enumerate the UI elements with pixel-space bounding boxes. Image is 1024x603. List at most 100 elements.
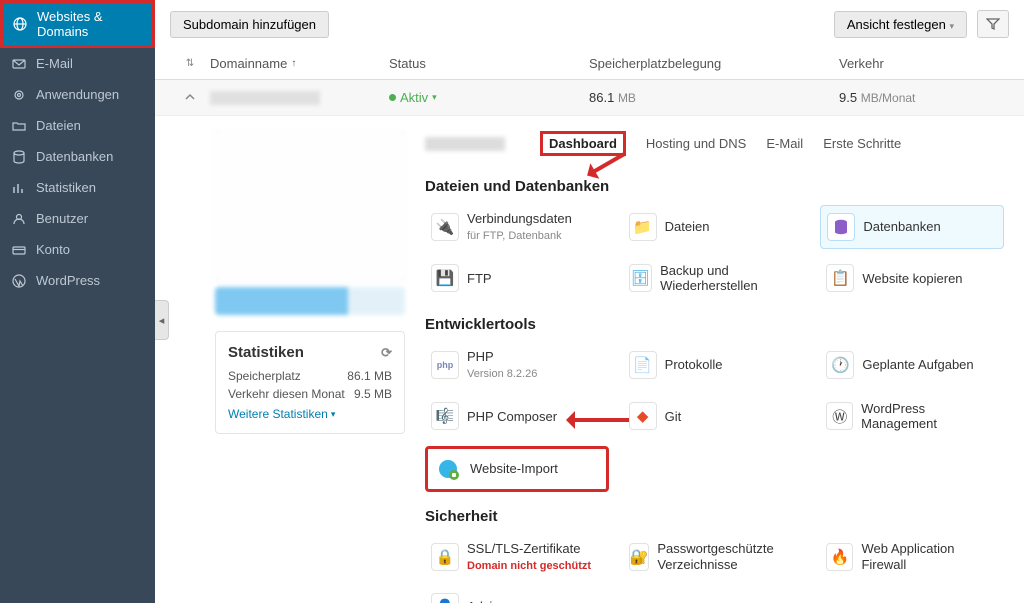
item-website-import[interactable]: Website-Import bbox=[425, 446, 609, 492]
item-composer[interactable]: 🎼 PHP Composer bbox=[425, 395, 609, 438]
composer-icon: 🎼 bbox=[431, 402, 459, 430]
item-backup[interactable]: 🗄 Backup und Wiederherstellen bbox=[623, 257, 807, 300]
nav-label: E-Mail bbox=[36, 56, 73, 71]
item-logs[interactable]: 📄 Protokolle bbox=[623, 343, 807, 387]
nav-account[interactable]: Konto bbox=[0, 234, 155, 265]
domain-row[interactable]: Aktiv ▾ 86.1 MB 9.5 MB/Monat bbox=[155, 80, 1024, 116]
tab-firststeps[interactable]: Erste Schritte bbox=[823, 134, 901, 153]
tab-email[interactable]: E-Mail bbox=[766, 134, 803, 153]
col-domain-header[interactable]: Domainname ↑ bbox=[210, 56, 389, 71]
stats-title: Statistiken bbox=[228, 344, 304, 361]
folder-icon: 📁 bbox=[629, 213, 657, 241]
tab-dashboard[interactable]: Dashboard bbox=[540, 131, 626, 156]
ftp-icon: 💾 bbox=[431, 264, 459, 292]
user-icon bbox=[12, 212, 26, 226]
stats-storage-label: Speicherplatz bbox=[228, 369, 301, 383]
envelope-icon bbox=[12, 57, 26, 71]
traffic-value: 9.5 MB/Monat bbox=[839, 90, 1009, 105]
sort-asc-icon: ↑ bbox=[291, 58, 296, 69]
gear-icon bbox=[12, 88, 26, 102]
section-security: Sicherheit bbox=[425, 508, 1004, 525]
pwdir-icon: 🔐 bbox=[629, 543, 650, 571]
clock-icon: 🕐 bbox=[826, 351, 854, 379]
plug-icon: 🔌 bbox=[431, 213, 459, 241]
nav-label: WordPress bbox=[36, 273, 100, 288]
globe-icon bbox=[13, 17, 27, 31]
stats-traffic-label: Verkehr diesen Monat bbox=[228, 387, 345, 401]
lock-icon: 🔒 bbox=[431, 543, 459, 571]
git-icon: ◆ bbox=[629, 402, 657, 430]
tabs: Dashboard Hosting und DNS E-Mail Erste S… bbox=[425, 131, 1004, 162]
item-files[interactable]: 📁 Dateien bbox=[623, 205, 807, 249]
nav-databases[interactable]: Datenbanken bbox=[0, 141, 155, 172]
nav-label: Anwendungen bbox=[36, 87, 119, 102]
item-php[interactable]: php PHP Version 8.2.26 bbox=[425, 343, 609, 387]
chevron-down-icon: ▾ bbox=[331, 409, 336, 420]
sidebar-collapse-handle[interactable]: ◂ bbox=[155, 300, 169, 340]
add-subdomain-button[interactable]: Subdomain hinzufügen bbox=[170, 11, 329, 38]
right-pane: Dashboard Hosting und DNS E-Mail Erste S… bbox=[425, 131, 1004, 603]
nav-label: Dateien bbox=[36, 118, 81, 133]
card-icon bbox=[12, 243, 26, 257]
fire-icon: 🔥 bbox=[826, 543, 853, 571]
table-header: ⇅ Domainname ↑ Status Speicherplatzbeleg… bbox=[155, 48, 1024, 80]
nav-statistics[interactable]: Statistiken bbox=[0, 172, 155, 203]
set-view-button[interactable]: Ansicht festlegen ▾ bbox=[834, 11, 967, 38]
item-pwdir[interactable]: 🔐 Passwortgeschützte Verzeichnisse bbox=[623, 535, 807, 579]
nav-label: Statistiken bbox=[36, 180, 96, 195]
copy-icon: 📋 bbox=[826, 264, 854, 292]
sort-toggle[interactable]: ⇅ bbox=[170, 56, 210, 71]
wordpress-icon bbox=[12, 274, 26, 288]
status-badge[interactable]: Aktiv ▾ bbox=[389, 90, 589, 105]
top-bar: Subdomain hinzufügen Ansicht festlegen ▾ bbox=[155, 0, 1024, 48]
tab-hosting[interactable]: Hosting und DNS bbox=[646, 134, 746, 153]
nav-files[interactable]: Dateien bbox=[0, 110, 155, 141]
col-storage-header[interactable]: Speicherplatzbelegung bbox=[589, 56, 839, 71]
database-icon bbox=[12, 150, 26, 164]
filter-button[interactable] bbox=[977, 10, 1009, 38]
advisor-icon: 👤 bbox=[431, 593, 459, 603]
col-traffic-header[interactable]: Verkehr bbox=[839, 56, 1009, 71]
refresh-icon[interactable]: ⟳ bbox=[381, 345, 392, 361]
item-databases[interactable]: Datenbanken bbox=[820, 205, 1004, 249]
site-preview bbox=[215, 131, 405, 281]
chevron-down-icon: ▾ bbox=[432, 92, 437, 103]
item-connection[interactable]: 🔌 Verbindungsdaten für FTP, Datenbank bbox=[425, 205, 609, 249]
php-icon: php bbox=[431, 351, 459, 379]
database-icon bbox=[827, 213, 855, 241]
nav-websites-domains[interactable]: Websites & Domains bbox=[0, 0, 155, 48]
nav-label: Websites & Domains bbox=[37, 9, 142, 39]
domain-cell bbox=[210, 91, 389, 105]
sidebar: Websites & Domains E-Mail Anwendungen Da… bbox=[0, 0, 155, 603]
domain-details: Statistiken ⟳ Speicherplatz 86.1 MB Verk… bbox=[155, 116, 1024, 603]
row-collapse-icon[interactable] bbox=[170, 93, 210, 103]
nav-label: Konto bbox=[36, 242, 70, 257]
nav-email[interactable]: E-Mail bbox=[0, 48, 155, 79]
main-area: Subdomain hinzufügen Ansicht festlegen ▾… bbox=[155, 0, 1024, 603]
item-waf[interactable]: 🔥 Web Application Firewall bbox=[820, 535, 1004, 579]
item-advisor[interactable]: 👤 Advisor bbox=[425, 587, 609, 603]
item-ftp[interactable]: 💾 FTP bbox=[425, 257, 609, 300]
callout-arrow-import bbox=[569, 418, 629, 422]
item-git[interactable]: ◆ Git bbox=[623, 395, 807, 438]
folder-icon bbox=[12, 119, 26, 133]
col-status-header[interactable]: Status bbox=[389, 56, 589, 71]
nav-label: Benutzer bbox=[36, 211, 88, 226]
blurred-domain bbox=[425, 137, 505, 151]
item-ssl[interactable]: 🔒 SSL/TLS-Zertifikate Domain nicht gesch… bbox=[425, 535, 609, 579]
nav-wordpress[interactable]: WordPress bbox=[0, 265, 155, 296]
nav-users[interactable]: Benutzer bbox=[0, 203, 155, 234]
item-wordpress[interactable]: Ⓦ WordPress Management bbox=[820, 395, 1004, 438]
stats-box: Statistiken ⟳ Speicherplatz 86.1 MB Verk… bbox=[215, 331, 405, 434]
nav-applications[interactable]: Anwendungen bbox=[0, 79, 155, 110]
status-dot-icon bbox=[389, 94, 396, 101]
stats-storage-value: 86.1 MB bbox=[347, 369, 392, 383]
more-stats-link[interactable]: Weitere Statistiken ▾ bbox=[228, 407, 392, 421]
chart-icon bbox=[12, 181, 26, 195]
backup-icon: 🗄 bbox=[629, 264, 652, 292]
nav-label: Datenbanken bbox=[36, 149, 113, 164]
section-files-db: Dateien und Datenbanken bbox=[425, 178, 1004, 195]
item-copy[interactable]: 📋 Website kopieren bbox=[820, 257, 1004, 300]
item-scheduled[interactable]: 🕐 Geplante Aufgaben bbox=[820, 343, 1004, 387]
section-devtools: Entwicklertools bbox=[425, 316, 1004, 333]
